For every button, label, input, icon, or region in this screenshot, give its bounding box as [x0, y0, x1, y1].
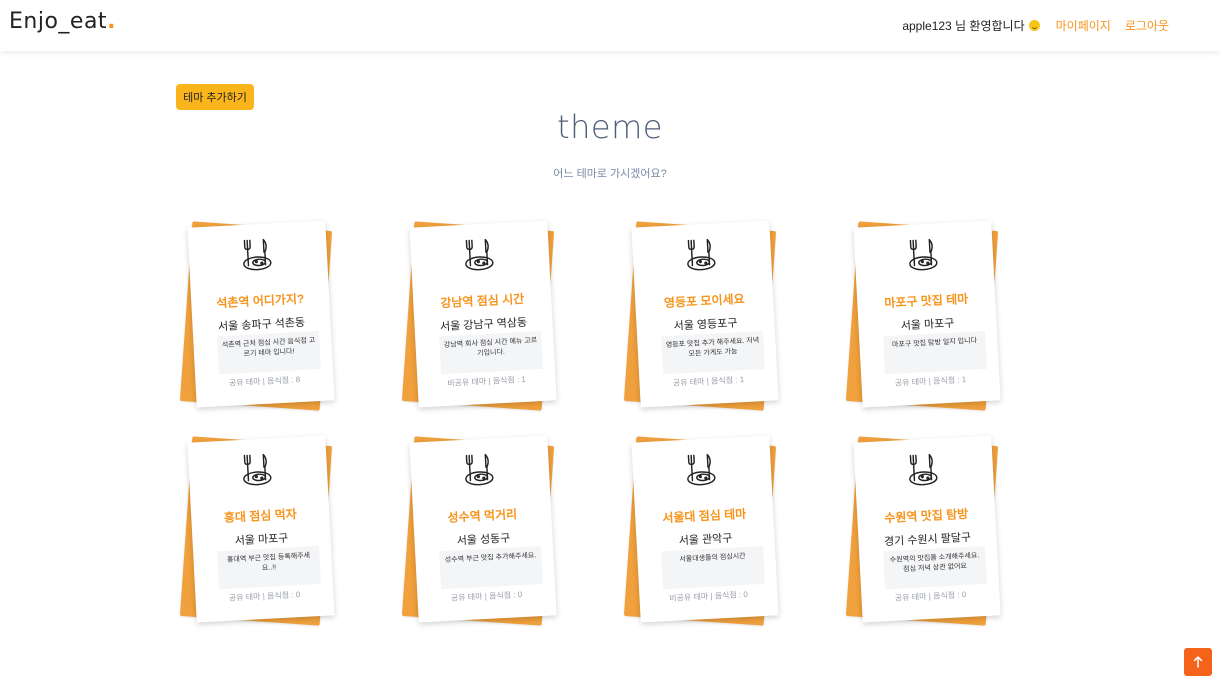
card-meta: 공유 테마 | 음식점 : 0: [861, 587, 999, 605]
welcome-message: apple123 님 환영합니다: [902, 17, 1040, 34]
card-restaurant-count: 음식점 : 1: [492, 374, 527, 386]
card-meta: 공유 테마 | 음식점 : 8: [195, 372, 333, 390]
card-title: 마포구 맛집 테마: [884, 291, 969, 311]
card-description: 석촌역 근처 점심 시간 음식점 고르기 테마 입니다!: [217, 330, 321, 375]
mypage-link[interactable]: 마이페이지: [1056, 17, 1111, 34]
card-face: 석촌역 어디가지? 서울 송파구 석촌동 석촌역 근처 점심 시간 음식점 고르기 …: [187, 220, 335, 408]
card-face: 수원역 맛집 탐방 경기 수원시 팔달구 수원역의 맛집을 소개해주세요. 점심 저…: [853, 435, 1001, 623]
page-title: theme: [557, 108, 663, 146]
logout-link[interactable]: 로그아웃: [1125, 17, 1169, 34]
logo-text: Enjo_eat: [9, 9, 108, 34]
card-title: 서울대 점심 테마: [662, 506, 747, 526]
top-navbar: Enjo_eat. apple123 님 환영합니다 마이페이지 로그아웃: [0, 0, 1220, 51]
card-meta: 공유 테마 | 음식점 : 0: [417, 587, 555, 605]
card-description: 성수역 부근 맛집 추가해주세요.: [439, 545, 543, 590]
logo-dot: .: [107, 9, 116, 34]
fork-knife-plate-icon: [904, 237, 942, 275]
card-visibility: 비공유 테마: [668, 591, 709, 603]
grinning-face-icon: [1028, 20, 1040, 31]
card-description: 강남역 회사 점심 시간 메뉴 고르기입니다.: [439, 330, 543, 375]
card-visibility: 공유 테마: [450, 592, 483, 603]
welcome-text: apple123 님 환영합니다: [902, 19, 1025, 33]
card-visibility: 공유 테마: [228, 377, 261, 388]
fork-knife-plate-icon: [460, 237, 498, 275]
card-description: 수원역의 맛집을 소개해주세요. 점심 저녁 상관 없어요: [883, 545, 987, 590]
card-visibility: 공유 테마: [894, 592, 927, 603]
card-restaurant-count: 음식점 : 0: [932, 590, 967, 601]
theme-card[interactable]: 석촌역 어디가지? 서울 송파구 석촌동 석촌역 근처 점심 시간 음식점 고르기 …: [179, 220, 344, 411]
card-face: 성수역 먹거리 서울 성동구 성수역 부근 맛집 추가해주세요. 공유 테마 | 음식…: [409, 435, 557, 623]
card-meta: 공유 테마 | 음식점 : 0: [195, 587, 333, 605]
card-face: 영등포 모이세요 서울 영등포구 영등포 맛집 추가 해주세요. 저녁 모든 가게도…: [631, 220, 779, 408]
fork-knife-plate-icon: [904, 452, 942, 490]
card-title: 영등포 모이세요: [663, 291, 745, 311]
card-restaurant-count: 음식점 : 0: [714, 589, 749, 601]
card-description: 서울대생들의 점심시간: [661, 545, 765, 590]
theme-card[interactable]: 서울대 점심 테마 서울 관악구 서울대생들의 점심시간 비공유 테마 | 음식점 :…: [623, 435, 788, 626]
card-face: 홍대 점심 먹자 서울 마포구 홍대역 부근 맛집 등록해주세요..!! 공유 테마 …: [187, 435, 335, 623]
card-restaurant-count: 음식점 : 0: [488, 590, 523, 601]
fork-knife-plate-icon: [682, 237, 720, 275]
card-meta: 비공유 테마 | 음식점 : 1: [417, 372, 555, 390]
scroll-to-top-button[interactable]: [1184, 648, 1212, 676]
card-description: 홍대역 부근 맛집 등록해주세요..!!: [217, 545, 321, 590]
card-description: 영등포 맛집 추가 해주세요. 저녁 모든 가게도 가능: [661, 330, 765, 375]
theme-card[interactable]: 강남역 점심 시간 서울 강남구 역삼동 강남역 회사 점심 시간 메뉴 고르기입니…: [401, 220, 566, 411]
add-theme-button[interactable]: 테마 추가하기: [176, 84, 254, 110]
card-visibility: 공유 테마: [672, 377, 705, 388]
arrow-up-icon: [1193, 656, 1203, 668]
fork-knife-plate-icon: [460, 452, 498, 490]
theme-card[interactable]: 수원역 맛집 탐방 경기 수원시 팔달구 수원역의 맛집을 소개해주세요. 점심 저…: [845, 435, 1010, 626]
card-meta: 공유 테마 | 음식점 : 1: [639, 372, 777, 390]
card-title: 석촌역 어디가지?: [216, 291, 305, 311]
fork-knife-plate-icon: [238, 452, 276, 490]
card-face: 마포구 맛집 테마 서울 마포구 마포구 맛집 탐방 일지 입니다 공유 테마 | 음…: [853, 220, 1001, 408]
theme-card[interactable]: 영등포 모이세요 서울 영등포구 영등포 맛집 추가 해주세요. 저녁 모든 가게도…: [623, 220, 788, 411]
fork-knife-plate-icon: [238, 237, 276, 275]
theme-card[interactable]: 성수역 먹거리 서울 성동구 성수역 부근 맛집 추가해주세요. 공유 테마 | 음식…: [401, 435, 566, 626]
card-title: 홍대 점심 먹자: [223, 507, 298, 525]
theme-card[interactable]: 홍대 점심 먹자 서울 마포구 홍대역 부근 맛집 등록해주세요..!! 공유 테마 …: [179, 435, 344, 626]
card-description: 마포구 맛집 탐방 일지 입니다: [883, 330, 987, 375]
card-restaurant-count: 음식점 : 1: [710, 375, 745, 386]
card-title: 수원역 맛집 탐방: [884, 506, 969, 526]
card-title: 강남역 점심 시간: [440, 291, 525, 311]
fork-knife-plate-icon: [682, 452, 720, 490]
card-visibility: 공유 테마: [894, 377, 927, 388]
card-restaurant-count: 음식점 : 1: [932, 375, 967, 386]
card-visibility: 비공유 테마: [446, 376, 487, 388]
card-face: 강남역 점심 시간 서울 강남구 역삼동 강남역 회사 점심 시간 메뉴 고르기입니…: [409, 220, 557, 408]
card-restaurant-count: 음식점 : 0: [266, 590, 301, 601]
card-meta: 비공유 테마 | 음식점 : 0: [639, 587, 777, 605]
card-restaurant-count: 음식점 : 8: [266, 375, 301, 386]
user-nav: apple123 님 환영합니다 마이페이지 로그아웃: [902, 0, 1220, 51]
theme-card[interactable]: 마포구 맛집 테마 서울 마포구 마포구 맛집 탐방 일지 입니다 공유 테마 | 음…: [845, 220, 1010, 411]
page-subtitle: 어느 테마로 가시겠어요?: [553, 168, 667, 180]
card-meta: 공유 테마 | 음식점 : 1: [861, 372, 999, 390]
site-logo[interactable]: Enjo_eat.: [9, 9, 116, 34]
card-title: 성수역 먹거리: [447, 507, 518, 525]
card-face: 서울대 점심 테마 서울 관악구 서울대생들의 점심시간 비공유 테마 | 음식점 :…: [631, 435, 779, 623]
card-visibility: 공유 테마: [228, 592, 261, 603]
